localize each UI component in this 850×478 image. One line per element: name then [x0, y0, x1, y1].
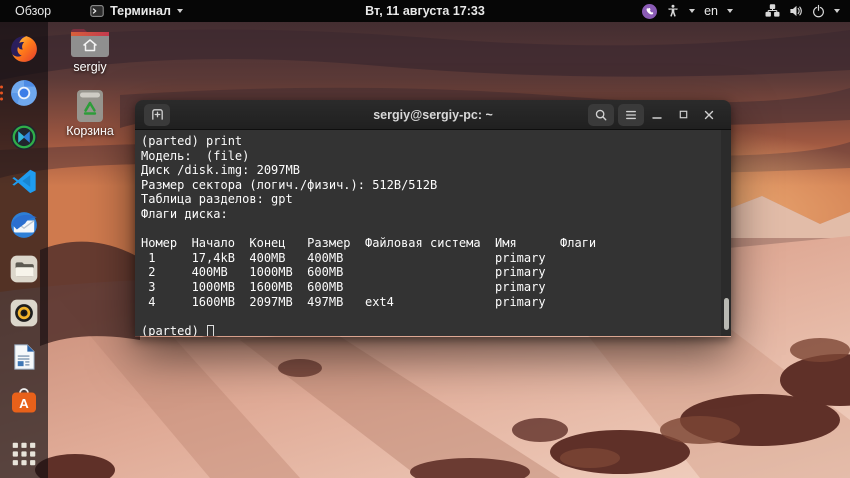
activities-button[interactable]: Обзор	[0, 0, 66, 22]
terminal-scrollbar-thumb[interactable]	[724, 298, 729, 330]
terminal-prompt-line: (parted)	[141, 324, 717, 336]
terminal-screen[interactable]: (parted) printМодель: (file)Диск /disk.i…	[135, 130, 731, 336]
desktop-icon-trash[interactable]: Корзина	[52, 88, 128, 138]
focused-app-menu[interactable]: Терминал	[90, 4, 183, 18]
keyboard-chevron-icon	[727, 9, 733, 13]
activities-label: Обзор	[15, 4, 51, 18]
clock[interactable]: Вт, 11 августа 17:33	[365, 4, 485, 18]
terminal-line: Номер Начало Конец Размер Файловая систе…	[141, 236, 717, 251]
terminal-line: 1 17,4kB 400MB 400MB primary	[141, 251, 717, 266]
svg-text:A: A	[19, 396, 29, 411]
dock-item-chromium[interactable]	[6, 75, 42, 110]
terminal-prompt: (parted)	[141, 324, 206, 336]
terminal-line: 3 1000MB 1600MB 600MB primary	[141, 280, 717, 295]
terminal-app-icon	[90, 4, 104, 18]
terminal-line: 2 400MB 1000MB 600MB primary	[141, 265, 717, 280]
keyboard-layout-indicator[interactable]: en	[704, 4, 718, 18]
top-bar: Обзор Терминал Вт, 11 августа 17:33 en	[0, 0, 850, 22]
system-menu-chevron-icon[interactable]	[834, 9, 840, 13]
show-applications-button[interactable]	[6, 437, 42, 472]
running-indicator	[0, 85, 3, 100]
chevron-down-icon	[177, 9, 183, 13]
terminal-line: Флаги диска:	[141, 207, 717, 222]
search-button[interactable]	[588, 104, 614, 126]
terminal-titlebar[interactable]: sergiy@sergiy-pc: ~	[135, 100, 731, 130]
viber-icon[interactable]	[642, 4, 657, 19]
terminal-line: Таблица разделов: gpt	[141, 192, 717, 207]
terminal-line	[141, 309, 717, 324]
terminal-title: sergiy@sergiy-pc: ~	[373, 108, 493, 122]
accessibility-icon[interactable]	[666, 4, 680, 18]
minimize-button[interactable]	[644, 104, 670, 126]
dock-item-ubuntu-software[interactable]: A	[6, 384, 42, 419]
dock-item-rhythmbox[interactable]	[6, 296, 42, 331]
desktop-icon-home-folder[interactable]: sergiy	[52, 26, 128, 74]
menu-button[interactable]	[618, 104, 644, 126]
desktop-icon-label: sergiy	[52, 60, 128, 74]
terminal-line: Модель: (file)	[141, 149, 717, 164]
home-folder-icon	[52, 26, 128, 60]
power-icon[interactable]	[812, 4, 825, 18]
dock-item-vscode[interactable]	[6, 163, 42, 198]
dock-item-libreoffice-writer[interactable]	[6, 340, 42, 375]
dock-item-firefox[interactable]	[6, 31, 42, 66]
focused-app-name: Терминал	[110, 4, 171, 18]
terminal-scrollbar-track[interactable]	[721, 130, 731, 336]
dock: A	[0, 22, 48, 478]
desktop-icon-label: Корзина	[52, 124, 128, 138]
dock-item-remmina[interactable]	[6, 119, 42, 154]
terminal-cursor	[207, 325, 214, 336]
terminal-output: (parted) printМодель: (file)Диск /disk.i…	[141, 134, 717, 324]
dock-item-files[interactable]	[6, 251, 42, 286]
terminal-line: (parted) print	[141, 134, 717, 149]
terminal-line: 4 1600MB 2097MB 497MB ext4 primary	[141, 295, 717, 310]
dock-item-thunderbird[interactable]	[6, 207, 42, 242]
maximize-button[interactable]	[670, 104, 696, 126]
close-button[interactable]	[696, 104, 722, 126]
terminal-line	[141, 222, 717, 237]
volume-icon[interactable]	[789, 4, 803, 18]
trash-icon	[52, 88, 128, 124]
terminal-line: Размер сектора (логич./физич.): 512B/512…	[141, 178, 717, 193]
terminal-line: Диск /disk.img: 2097MB	[141, 163, 717, 178]
terminal-window: sergiy@sergiy-pc: ~ (parted) printМодель…	[135, 100, 731, 337]
network-icon[interactable]	[765, 4, 780, 18]
accessibility-chevron-icon	[689, 9, 695, 13]
new-tab-button[interactable]	[144, 104, 170, 126]
